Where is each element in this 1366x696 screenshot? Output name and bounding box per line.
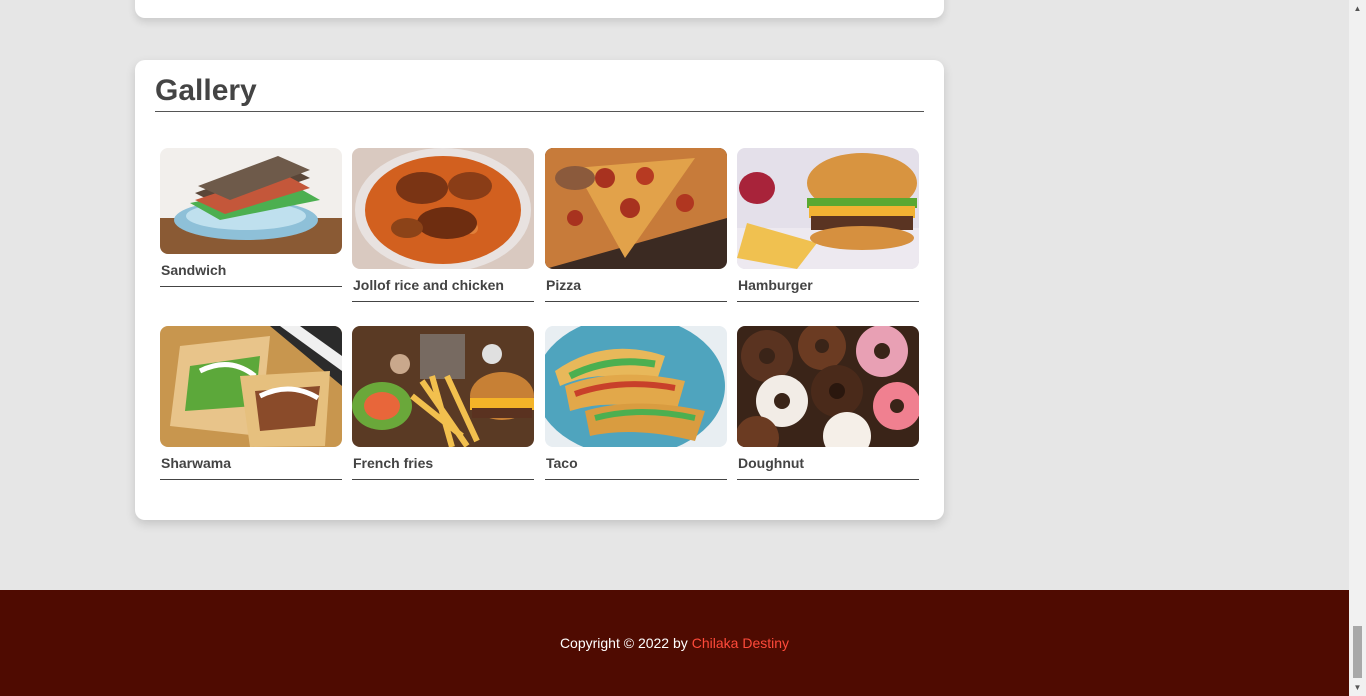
hamburger-image (737, 148, 919, 269)
gallery-item-sharwama[interactable]: Sharwama (160, 326, 342, 480)
sandwich-image (160, 148, 342, 254)
gallery-item-taco[interactable]: Taco (545, 326, 727, 480)
doughnut-image (737, 326, 919, 447)
gallery-caption: Sharwama (160, 447, 342, 480)
sharwama-image (160, 326, 342, 447)
gallery-caption: Doughnut (737, 447, 919, 480)
scrollbar-thumb[interactable] (1353, 626, 1362, 678)
french-fries-image (352, 326, 534, 447)
gallery-item-french-fries[interactable]: French fries (352, 326, 534, 480)
gallery-caption: Hamburger (737, 269, 919, 302)
gallery-item-sandwich[interactable]: Sandwich (160, 148, 342, 287)
gallery-item-jollof[interactable]: Jollof rice and chicken (352, 148, 534, 302)
gallery-item-hamburger[interactable]: Hamburger (737, 148, 919, 302)
gallery-title: Gallery (155, 74, 924, 112)
gallery-caption: Jollof rice and chicken (352, 269, 534, 302)
scroll-down-arrow-icon[interactable]: ▼ (1349, 679, 1366, 696)
gallery-section: Gallery Sandwich Jollof rice and chicken… (135, 60, 944, 520)
copyright-text: Copyright © 2022 by (559, 635, 688, 651)
gallery-caption: French fries (352, 447, 534, 480)
author-link[interactable]: Chilaka Destiny (692, 635, 789, 651)
taco-image (545, 326, 727, 447)
previous-section-card (135, 0, 944, 18)
pizza-image (545, 148, 727, 269)
gallery-caption: Pizza (545, 269, 727, 302)
site-footer: Copyright © 2022 by Chilaka Destiny (0, 590, 1349, 696)
gallery-caption: Sandwich (160, 254, 342, 287)
vertical-scrollbar[interactable]: ▲ ▼ (1349, 0, 1366, 696)
gallery-item-doughnut[interactable]: Doughnut (737, 326, 919, 480)
jollof-rice-image (352, 148, 534, 269)
gallery-item-pizza[interactable]: Pizza (545, 148, 727, 302)
gallery-caption: Taco (545, 447, 727, 480)
scroll-up-arrow-icon[interactable]: ▲ (1349, 0, 1366, 17)
